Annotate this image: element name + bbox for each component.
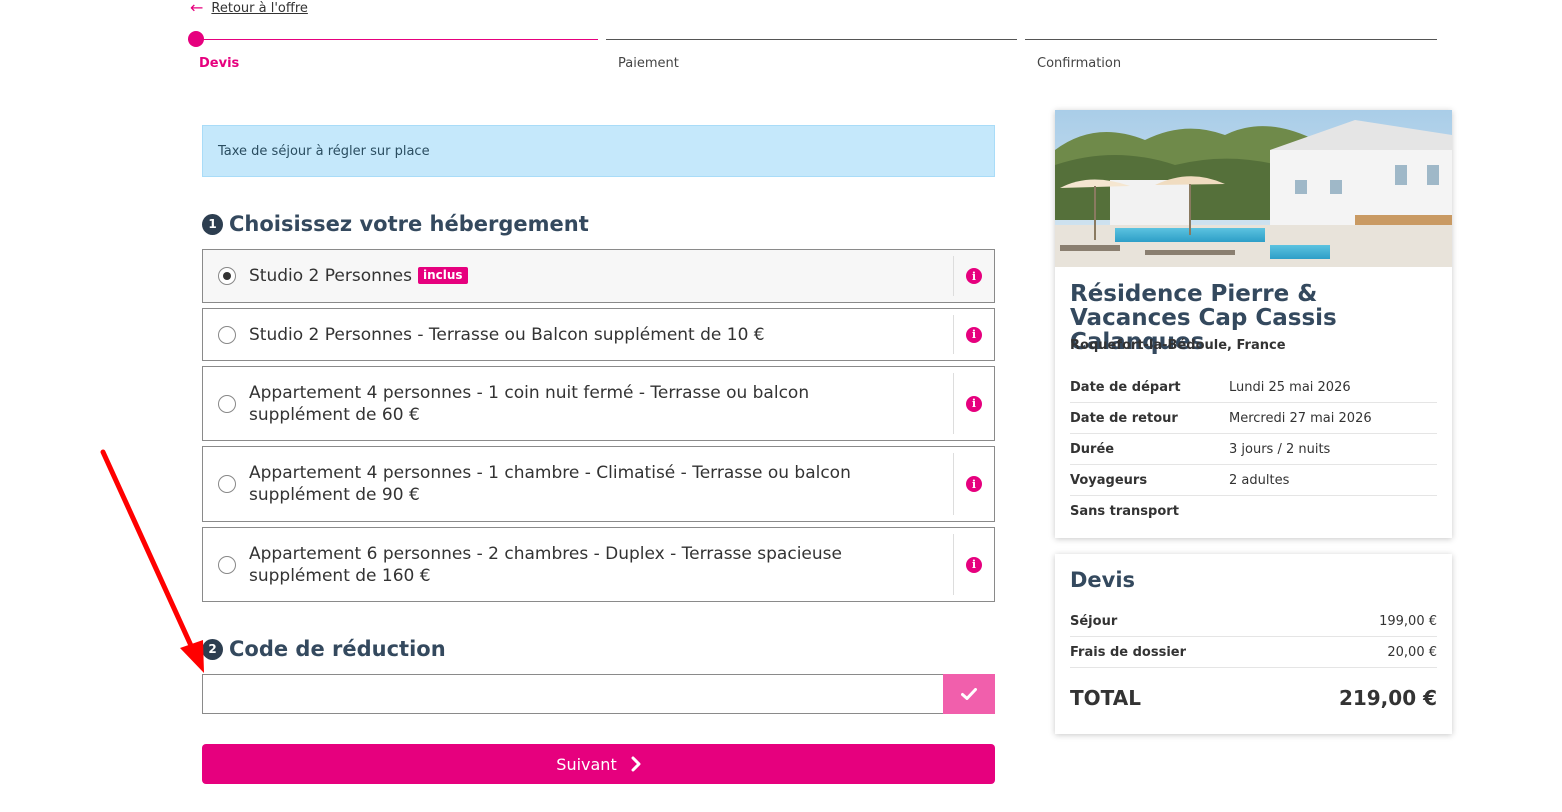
option-label: Studio 2 Personnes - Terrasse ou Balcon …	[249, 324, 765, 345]
quote-total: TOTAL 219,00 €	[1070, 686, 1437, 710]
accommodation-option-3[interactable]: Appartement 4 personnes - 1 coin nuit fe…	[202, 366, 995, 441]
option-label: Appartement 4 personnes - 1 chambre - Cl…	[249, 463, 851, 483]
info-icon[interactable]: i	[966, 556, 982, 573]
hotel-summary-card: Résidence Pierre & Vacances Cap Cassis C…	[1055, 110, 1452, 538]
next-button-label: Suivant	[556, 754, 617, 774]
accommodation-option-1[interactable]: Studio 2 Personnes inclus i	[202, 249, 995, 303]
back-link-label: Retour à l'offre	[211, 0, 308, 16]
step-active-dot	[188, 31, 204, 47]
quote-row: Frais de dossier 20,00 €	[1070, 637, 1437, 668]
radio-button[interactable]	[218, 325, 236, 344]
option-label: Studio 2 Personnes	[249, 266, 412, 286]
step-confirmation: Confirmation	[1025, 30, 1437, 76]
section-title-text: Code de réduction	[229, 637, 446, 661]
info-icon[interactable]: i	[966, 395, 982, 412]
back-to-offer-link[interactable]: ← Retour à l'offre	[190, 0, 308, 16]
step-label-confirmation: Confirmation	[1037, 56, 1122, 71]
accommodation-section-title: 1 Choisissez votre hébergement	[202, 212, 589, 236]
info-icon[interactable]: i	[966, 268, 982, 284]
step-label-devis: Devis	[199, 56, 240, 71]
option-supplement: supplément de 90 €	[249, 485, 420, 505]
included-badge: inclus	[418, 267, 468, 284]
radio-button[interactable]	[218, 394, 236, 413]
next-button[interactable]: Suivant	[202, 744, 995, 784]
radio-button-selected[interactable]	[218, 267, 236, 285]
total-value: 219,00 €	[1338, 686, 1437, 710]
detail-row: Durée 3 jours / 2 nuits	[1070, 434, 1437, 465]
detail-row: Voyageurs 2 adultes	[1070, 465, 1437, 496]
option-supplement: supplément de 60 €	[249, 404, 420, 425]
accommodation-option-2[interactable]: Studio 2 Personnes - Terrasse ou Balcon …	[202, 308, 995, 361]
accommodation-option-5[interactable]: Appartement 6 personnes - 2 chambres - D…	[202, 527, 995, 602]
promo-section-title: 2 Code de réduction	[202, 637, 446, 661]
step-devis: Devis	[188, 30, 598, 76]
tourist-tax-banner: Taxe de séjour à régler sur place	[202, 125, 995, 177]
hotel-location: Roquefort-la-Bédoule, France	[1070, 338, 1286, 353]
promo-code-input[interactable]	[202, 674, 944, 714]
info-icon[interactable]: i	[966, 326, 982, 343]
quote-row: Séjour 199,00 €	[1070, 606, 1437, 637]
accommodation-option-4[interactable]: Appartement 4 personnes - 1 chambre - Cl…	[202, 446, 995, 522]
radio-button[interactable]	[218, 475, 236, 493]
detail-row: Date de retour Mercredi 27 mai 2026	[1070, 403, 1437, 434]
hotel-photo	[1055, 110, 1452, 267]
quote-rows: Séjour 199,00 € Frais de dossier 20,00 €	[1070, 606, 1437, 668]
info-icon[interactable]: i	[966, 476, 982, 492]
total-label: TOTAL	[1070, 686, 1141, 710]
trip-details: Date de départ Lundi 25 mai 2026 Date de…	[1070, 372, 1437, 527]
check-icon	[961, 688, 977, 700]
option-label: Appartement 4 personnes - 1 coin nuit fe…	[249, 382, 810, 403]
section-title-text: Choisissez votre hébergement	[229, 212, 589, 236]
apply-promo-button[interactable]	[943, 674, 995, 714]
step-number-badge: 2	[202, 638, 223, 660]
detail-row: Sans transport	[1070, 504, 1179, 519]
radio-button[interactable]	[218, 555, 236, 574]
chevron-right-icon	[631, 756, 641, 772]
checkout-stepper: Devis Paiement Confirmation	[188, 30, 1438, 76]
option-supplement: supplément de 160 €	[249, 565, 431, 586]
arrow-left-icon: ←	[190, 0, 204, 17]
step-label-paiement: Paiement	[618, 56, 679, 71]
step-number-badge: 1	[202, 213, 223, 235]
step-paiement: Paiement	[606, 30, 1017, 76]
quote-summary-card: Devis Séjour 199,00 € Frais de dossier 2…	[1055, 554, 1452, 734]
option-label: Appartement 6 personnes - 2 chambres - D…	[249, 543, 842, 564]
detail-row: Date de départ Lundi 25 mai 2026	[1070, 372, 1437, 403]
quote-title: Devis	[1070, 568, 1136, 592]
